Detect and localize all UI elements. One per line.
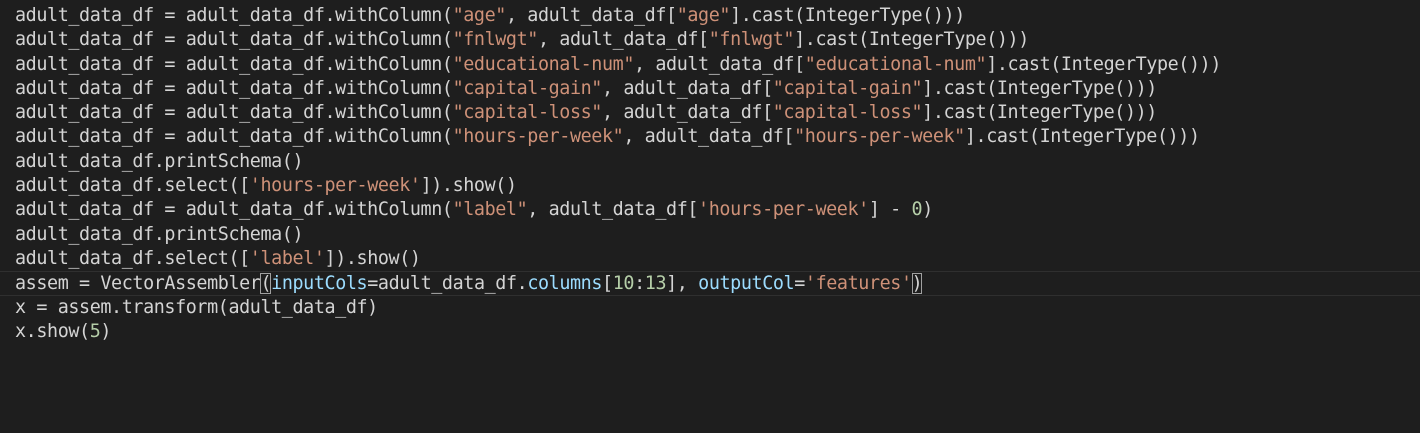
code-editor[interactable]: adult_data_df = adult_data_df.withColumn… bbox=[0, 0, 1420, 433]
code-line[interactable]: adult_data_df = adult_data_df.withColumn… bbox=[0, 28, 1420, 52]
code-token: adult_data_df = adult_data_df.withColumn… bbox=[15, 5, 453, 26]
code-line[interactable]: adult_data_df = adult_data_df.withColumn… bbox=[0, 198, 1420, 222]
code-token: ].cast(IntegerType())) bbox=[922, 77, 1157, 99]
code-token: 13 bbox=[644, 273, 667, 295]
code-token: "educational-num" bbox=[804, 53, 987, 75]
code-token: ] - bbox=[868, 199, 912, 221]
code-token: =adult_data_df. bbox=[367, 273, 528, 295]
code-token: adult_data_df = adult_data_df.withColumn… bbox=[15, 199, 453, 221]
code-line[interactable]: x = assem.transform(adult_data_df) bbox=[0, 296, 1420, 320]
code-token: adult_data_df = adult_data_df.withColumn… bbox=[15, 102, 453, 124]
code-line[interactable]: adult_data_df = adult_data_df.withColumn… bbox=[0, 53, 1420, 77]
matching-bracket: ( bbox=[260, 273, 272, 295]
code-token: , adult_data_df[ bbox=[601, 77, 773, 99]
code-token: , adult_data_df[ bbox=[505, 5, 677, 26]
code-token: adult_data_df.printSchema() bbox=[15, 223, 304, 245]
code-line[interactable]: adult_data_df.select(['hours-per-week'])… bbox=[0, 174, 1420, 198]
code-token: ], bbox=[666, 273, 699, 295]
code-line[interactable]: adult_data_df = adult_data_df.withColumn… bbox=[0, 77, 1420, 101]
code-token: outputCol bbox=[698, 273, 795, 295]
code-token: adult_data_df.select([ bbox=[15, 175, 250, 197]
code-token: "hours-per-week" bbox=[794, 126, 965, 148]
code-token: 'features' bbox=[804, 273, 912, 295]
code-token: ) bbox=[922, 199, 933, 221]
code-token: adult_data_df = adult_data_df.withColumn… bbox=[15, 126, 453, 148]
code-token: "fnlwgt" bbox=[452, 29, 539, 51]
code-token: 5 bbox=[89, 320, 101, 342]
code-token: "label" bbox=[452, 199, 528, 221]
code-token: "hours-per-week" bbox=[452, 126, 624, 148]
code-token: "capital-loss" bbox=[452, 102, 603, 124]
code-token: ].cast(IntegerType())) bbox=[922, 102, 1157, 124]
code-token: : bbox=[634, 273, 645, 295]
code-token: adult_data_df.printSchema() bbox=[15, 150, 304, 172]
code-token: , adult_data_df[ bbox=[601, 102, 773, 124]
code-token: 'hours-per-week' bbox=[698, 199, 869, 221]
code-token: ].cast(IntegerType())) bbox=[964, 126, 1200, 148]
code-token: ]).show() bbox=[324, 247, 421, 269]
code-token: inputCols bbox=[271, 273, 368, 295]
code-line[interactable]: adult_data_df.printSchema() bbox=[0, 150, 1420, 174]
code-token: 'hours-per-week' bbox=[249, 175, 421, 197]
code-token: [ bbox=[602, 273, 613, 295]
code-line[interactable]: adult_data_df.select(['label']).show() bbox=[0, 247, 1420, 271]
code-token: , adult_data_df[ bbox=[623, 126, 795, 148]
code-token: 'label' bbox=[249, 247, 325, 269]
code-token: ].cast(IntegerType())) bbox=[730, 5, 965, 26]
code-token: ) bbox=[100, 320, 112, 342]
code-token: adult_data_df = adult_data_df.withColumn… bbox=[15, 53, 453, 75]
matching-bracket: ) bbox=[911, 273, 923, 295]
code-token: x.show( bbox=[15, 320, 90, 342]
code-token: 10 bbox=[612, 273, 635, 295]
code-token: "age" bbox=[452, 5, 507, 26]
code-token: "fnlwgt" bbox=[708, 29, 795, 51]
code-line[interactable]: adult_data_df = adult_data_df.withColumn… bbox=[0, 125, 1420, 149]
code-token: x = assem.transform(adult_data_df) bbox=[15, 296, 378, 318]
code-line[interactable]: adult_data_df = adult_data_df.withColumn… bbox=[0, 101, 1420, 125]
code-token: ].cast(IntegerType())) bbox=[794, 29, 1029, 51]
code-line[interactable]: adult_data_df = adult_data_df.withColumn… bbox=[0, 4, 1420, 28]
code-token: 0 bbox=[911, 199, 923, 221]
code-token: = bbox=[794, 273, 805, 295]
code-token: adult_data_df = adult_data_df.withColumn… bbox=[15, 77, 453, 99]
code-token: adult_data_df.select([ bbox=[15, 247, 250, 269]
code-token: "capital-gain" bbox=[772, 77, 923, 99]
code-token: , adult_data_df[ bbox=[537, 29, 709, 51]
code-token: , adult_data_df[ bbox=[634, 53, 805, 75]
code-token: "educational-num" bbox=[452, 53, 635, 75]
code-line[interactable]: x.show(5) bbox=[0, 320, 1420, 344]
code-token: ]).show() bbox=[420, 175, 517, 197]
code-token: "age" bbox=[676, 5, 731, 26]
code-token: ].cast(IntegerType())) bbox=[986, 53, 1221, 75]
code-token: columns bbox=[527, 273, 603, 295]
code-token: "capital-gain" bbox=[452, 77, 603, 99]
code-token: , adult_data_df[ bbox=[527, 199, 699, 221]
code-line[interactable]: adult_data_df.printSchema() bbox=[0, 223, 1420, 247]
code-line[interactable]: assem = VectorAssembler(inputCols=adult_… bbox=[0, 271, 1420, 296]
code-token: "capital-loss" bbox=[772, 102, 923, 124]
code-token: adult_data_df = adult_data_df.withColumn… bbox=[15, 29, 453, 51]
code-token: assem = VectorAssembler bbox=[15, 273, 261, 295]
